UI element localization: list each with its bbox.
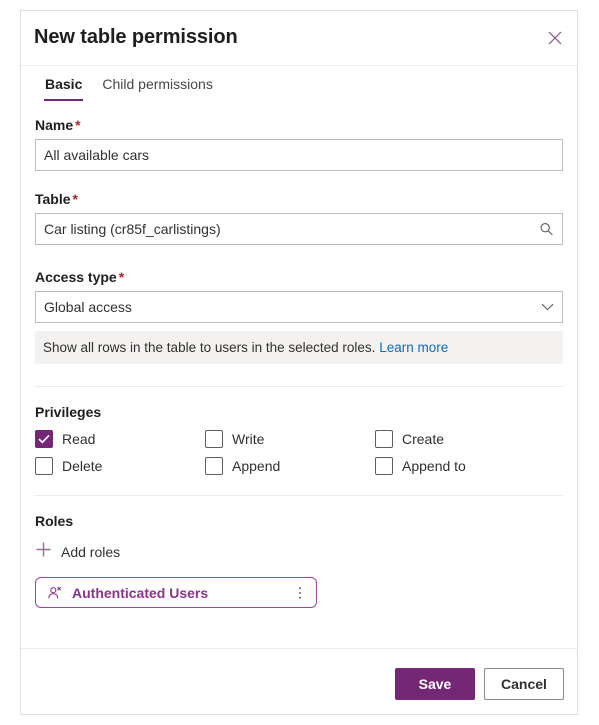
- dialog-footer: Save Cancel: [21, 648, 577, 714]
- tab-basic[interactable]: Basic: [35, 66, 92, 101]
- tab-child-permissions[interactable]: Child permissions: [92, 66, 222, 101]
- dialog-header: New table permission: [21, 11, 577, 66]
- checkbox-append-to[interactable]: [375, 457, 393, 475]
- privilege-write-label: Write: [232, 431, 265, 447]
- access-type-label: Access type *: [35, 269, 125, 285]
- table-input[interactable]: [36, 214, 562, 244]
- checkbox-read[interactable]: [35, 430, 53, 448]
- checkbox-delete[interactable]: [35, 457, 53, 475]
- role-chip-authenticated-users[interactable]: Authenticated Users: [35, 577, 317, 608]
- checkbox-create[interactable]: [375, 430, 393, 448]
- chevron-down-icon[interactable]: [541, 303, 554, 311]
- role-chip-label: Authenticated Users: [72, 584, 209, 601]
- close-button[interactable]: [539, 22, 571, 54]
- more-vertical-icon[interactable]: [292, 581, 308, 605]
- access-type-value[interactable]: [36, 292, 562, 322]
- new-table-permission-dialog: New table permission Basic Child permiss…: [20, 10, 578, 715]
- privilege-append-to[interactable]: Append to: [375, 457, 563, 475]
- learn-more-link[interactable]: Learn more: [379, 340, 448, 355]
- privileges-grid: Read Write Create Delete Append Append t…: [35, 430, 563, 475]
- footer-divider: [21, 648, 577, 649]
- tab-child-permissions-label: Child permissions: [102, 76, 213, 92]
- privilege-append-label: Append: [232, 458, 281, 474]
- name-required-marker: *: [75, 117, 81, 133]
- tab-basic-label: Basic: [45, 76, 83, 92]
- dialog-body: Name* Table* Access type*: [21, 103, 577, 608]
- name-field-wrapper[interactable]: [35, 139, 563, 171]
- access-type-info-text: Show all rows in the table to users in t…: [43, 340, 376, 355]
- privilege-append[interactable]: Append: [205, 457, 375, 475]
- tab-list: Basic Child permissions: [21, 66, 577, 103]
- add-roles-label: Add roles: [61, 544, 121, 560]
- checkbox-append[interactable]: [205, 457, 223, 475]
- privilege-read-label: Read: [62, 431, 96, 447]
- cancel-button[interactable]: Cancel: [484, 668, 564, 700]
- access-type-dropdown[interactable]: [35, 291, 563, 323]
- privilege-write[interactable]: Write: [205, 430, 375, 448]
- page-title: New table permission: [34, 26, 238, 48]
- close-icon: [548, 31, 562, 45]
- privilege-append-to-label: Append to: [402, 458, 466, 474]
- add-roles-button[interactable]: Add roles: [35, 539, 120, 565]
- privilege-create[interactable]: Create: [375, 430, 563, 448]
- table-required-marker: *: [72, 191, 78, 207]
- roles-label: Roles: [35, 513, 74, 529]
- table-label: Table *: [35, 191, 78, 207]
- search-icon[interactable]: [539, 222, 554, 237]
- access-type-required-marker: *: [118, 269, 125, 285]
- access-type-info-banner: Show all rows in the table to users in t…: [35, 331, 563, 364]
- checkbox-write[interactable]: [205, 430, 223, 448]
- privilege-read[interactable]: Read: [35, 430, 205, 448]
- privilege-delete[interactable]: Delete: [35, 457, 205, 475]
- plus-icon: [35, 541, 52, 563]
- save-button[interactable]: Save: [395, 668, 475, 700]
- privilege-delete-label: Delete: [62, 458, 103, 474]
- privilege-create-label: Create: [402, 431, 445, 447]
- privileges-label: Privileges: [35, 404, 102, 420]
- name-input[interactable]: [36, 140, 562, 170]
- person-icon: [47, 585, 63, 601]
- table-field-wrapper[interactable]: [35, 213, 563, 245]
- footer-buttons: Save Cancel: [395, 668, 564, 700]
- name-label: Name *: [35, 117, 81, 133]
